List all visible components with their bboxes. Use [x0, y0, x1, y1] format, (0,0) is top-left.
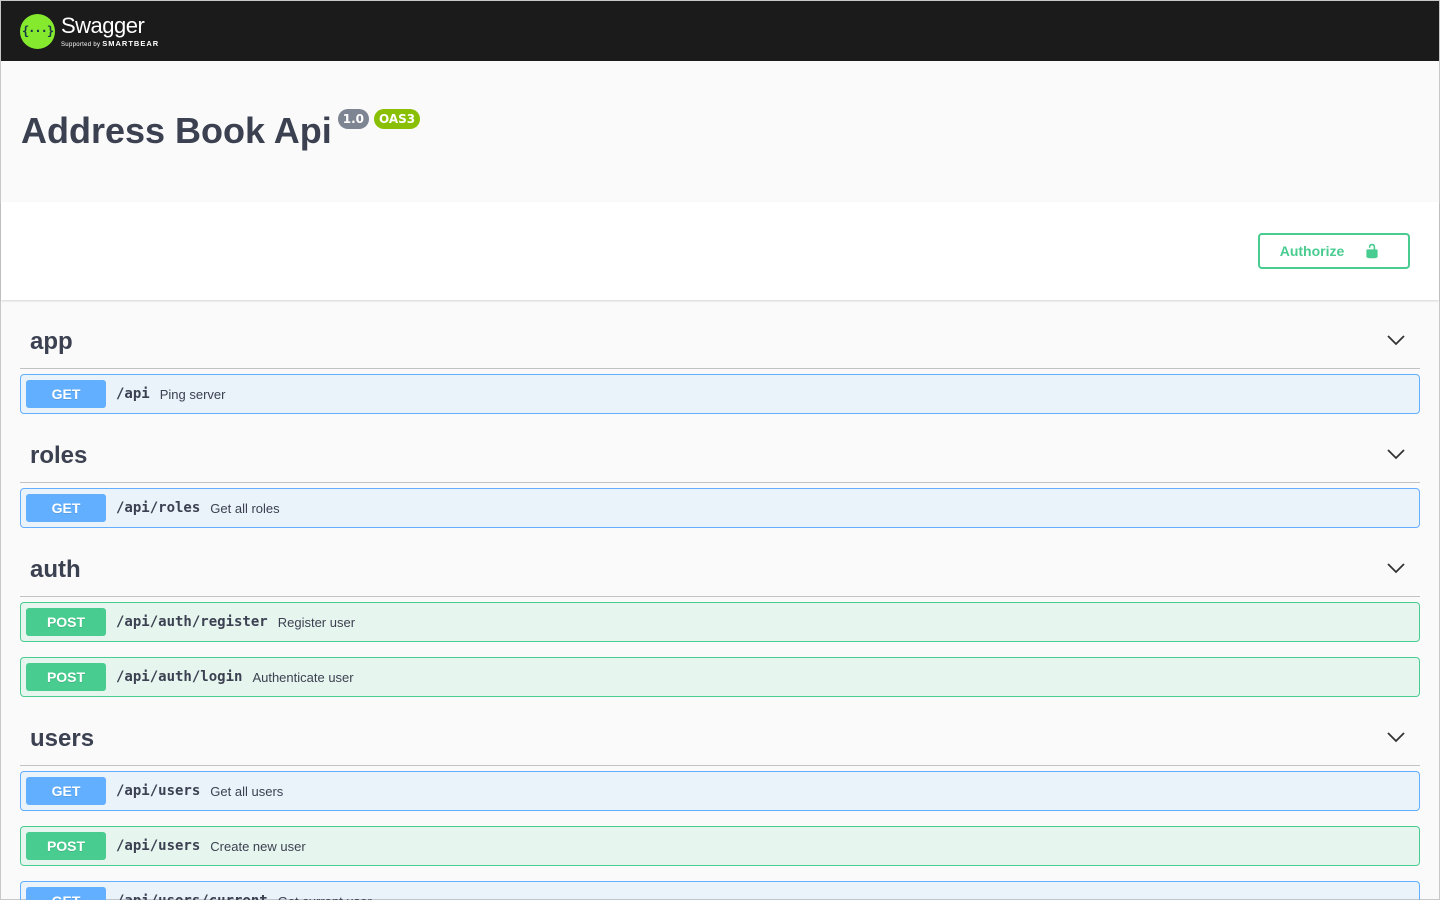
method-badge: GET — [26, 494, 106, 522]
endpoint-path: /api/users — [116, 838, 201, 854]
endpoint-summary: Get current user — [278, 894, 372, 900]
endpoint-path: /api/auth/login — [116, 669, 243, 685]
chevron-down-icon[interactable] — [1386, 330, 1406, 350]
chevron-down-icon[interactable] — [1386, 444, 1406, 464]
authorize-button[interactable]: Authorize — [1258, 233, 1410, 269]
chevron-down-icon[interactable] — [1386, 727, 1406, 747]
endpoint-path: /api/users/current — [116, 893, 268, 900]
endpoint-summary: Create new user — [210, 838, 306, 854]
operation-row[interactable]: POST/api/auth/register Register user — [20, 602, 1420, 642]
endpoint-path: /api/roles — [116, 500, 201, 516]
tag-name: users — [30, 725, 95, 752]
tag-name: app — [30, 328, 73, 355]
api-info: Address Book Api 1.0 OAS3 — [1, 61, 1439, 202]
authorize-label: Authorize — [1279, 243, 1345, 259]
topbar: {···} Swagger Supported by SMARTBEAR — [1, 1, 1439, 61]
swagger-logo-icon[interactable]: {···} — [20, 13, 55, 49]
endpoint-path: /api/users — [116, 783, 201, 799]
tag-header[interactable]: roles — [20, 414, 1420, 483]
endpoint-path: /api/auth/register — [116, 614, 268, 630]
tag-header[interactable]: users — [20, 697, 1420, 766]
endpoint-path: /api — [116, 386, 150, 402]
brand-sub: Supported by SMARTBEAR — [61, 38, 160, 48]
endpoint-summary: Get all roles — [210, 500, 280, 516]
tags-container: app GET/api Ping server roles GET/api/roles G… — [1, 300, 1439, 900]
tag-name: auth — [30, 556, 81, 583]
unlock-icon — [1366, 243, 1378, 259]
endpoint-summary: Authenticate user — [252, 669, 354, 685]
operation-row[interactable]: GET/api/users/current Get current user — [20, 881, 1420, 900]
endpoint-summary: Register user — [277, 614, 356, 630]
logo-text[interactable]: Swagger Supported by SMARTBEAR — [61, 12, 160, 48]
operation-row[interactable]: POST/api/auth/login Authenticate user — [20, 657, 1420, 697]
tag-section-2: auth POST/api/auth/register Register user P… — [20, 528, 1420, 697]
logo-glyph: {···} — [21, 24, 54, 38]
method-badge: POST — [26, 608, 106, 636]
method-badge: GET — [26, 887, 106, 900]
page-title: Address Book Api — [21, 110, 332, 151]
operation-row[interactable]: GET/api/users Get all users — [20, 771, 1420, 811]
chevron-down-icon[interactable] — [1386, 558, 1406, 578]
company-label: SMARTBEAR — [102, 38, 160, 48]
supported-by-label: Supported by — [61, 41, 101, 48]
spec-badge: OAS3 — [373, 109, 421, 129]
operation-row[interactable]: GET/api/roles Get all roles — [20, 488, 1420, 528]
version-badge: 1.0 — [337, 109, 369, 129]
method-badge: GET — [26, 777, 106, 805]
operation-row[interactable]: POST/api/users Create new user — [20, 826, 1420, 866]
tag-section-1: roles GET/api/roles Get all roles — [20, 414, 1420, 528]
brand-name: Swagger — [61, 12, 145, 38]
operation-row[interactable]: GET/api Ping server — [20, 374, 1420, 414]
method-badge: POST — [26, 663, 106, 691]
tag-section-0: app GET/api Ping server — [20, 300, 1420, 414]
tag-section-3: users GET/api/users Get all users POST/api/… — [20, 697, 1420, 900]
method-badge: POST — [26, 832, 106, 860]
endpoint-summary: Ping server — [159, 386, 226, 402]
tag-header[interactable]: app — [20, 300, 1420, 369]
scheme-container: Authorize — [1, 202, 1439, 300]
method-badge: GET — [26, 380, 106, 408]
tag-header[interactable]: auth — [20, 528, 1420, 597]
tag-name: roles — [30, 442, 88, 469]
endpoint-summary: Get all users — [210, 783, 284, 799]
